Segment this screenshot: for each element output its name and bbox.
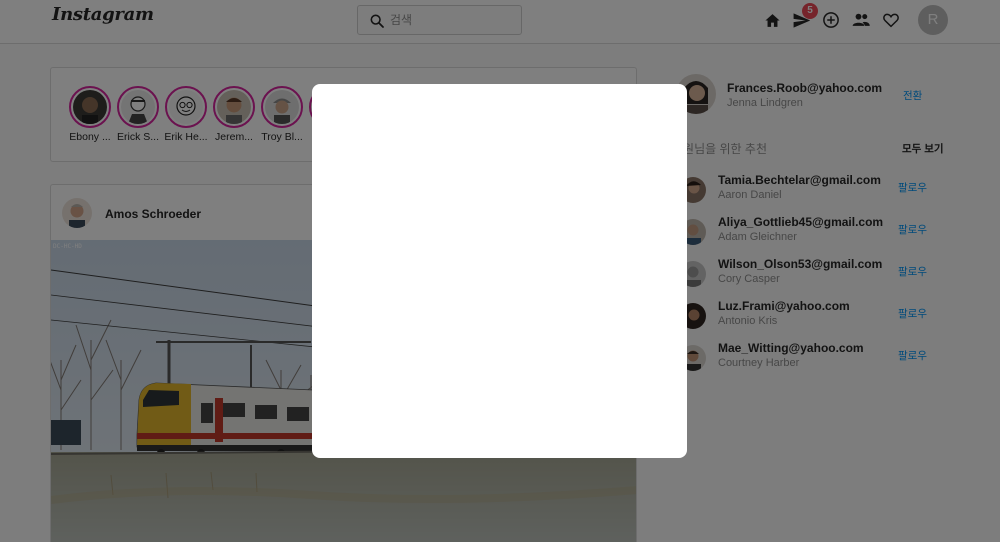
modal-dialog <box>312 84 687 458</box>
